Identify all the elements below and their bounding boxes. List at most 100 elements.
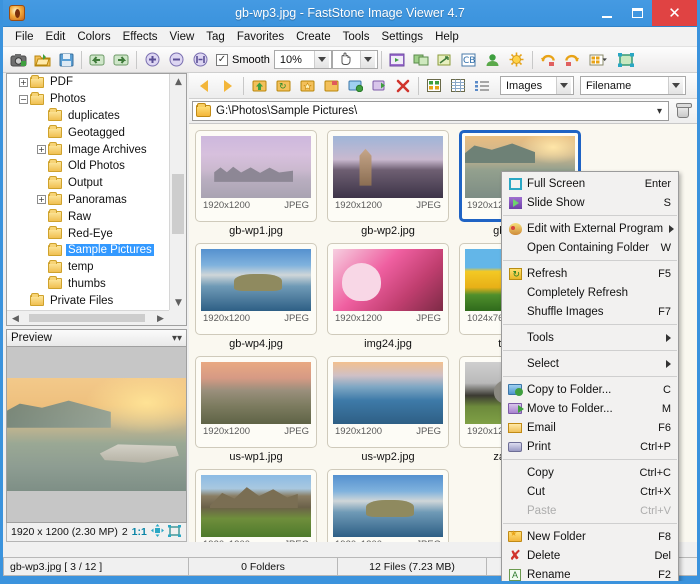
context-menu-item-refresh[interactable]: RefreshF5 <box>502 264 678 283</box>
context-menu-item-email[interactable]: EmailF6 <box>502 418 678 437</box>
preview-pane[interactable] <box>6 347 187 523</box>
tree-item-temp[interactable]: temp <box>7 259 169 276</box>
thumbnail-item[interactable]: 1920x1200JPEGgb-wp4.jpg <box>195 243 317 350</box>
rotate-left-icon[interactable] <box>86 49 108 70</box>
scroll-left-button[interactable]: ◀ <box>7 311 24 326</box>
thumbnail-item[interactable]: 1920x1200JPEGza-wp4.jpg <box>195 469 317 542</box>
tree-item-output[interactable]: Output <box>7 175 169 192</box>
context-menu-item-full-screen[interactable]: Full ScreenEnter <box>502 174 678 193</box>
tree-expander[interactable]: + <box>37 195 46 204</box>
context-menu-item-move-to-folder[interactable]: Move to Folder...M <box>502 399 678 418</box>
preview-ratio[interactable]: 1:1 <box>132 526 147 538</box>
tree-item-red-eye[interactable]: Red-Eye <box>7 225 169 242</box>
maximize-button[interactable] <box>622 0 652 26</box>
tree-item-thumbs[interactable]: thumbs <box>7 276 169 293</box>
context-menu-item-copy[interactable]: CopyCtrl+C <box>502 463 678 482</box>
redo-icon[interactable] <box>561 49 583 70</box>
zoom-in-icon[interactable] <box>141 49 163 70</box>
slideshow-icon[interactable] <box>386 49 408 70</box>
scroll-right-button[interactable]: ▶ <box>152 311 169 326</box>
thumbnail-card[interactable]: 1920x1200JPEG <box>195 243 317 335</box>
context-menu-item-slide-show[interactable]: Slide ShowS <box>502 193 678 212</box>
context-menu-item-delete[interactable]: ✘DeleteDel <box>502 546 678 565</box>
open-folder-icon[interactable] <box>31 49 53 70</box>
undo-icon[interactable] <box>537 49 559 70</box>
resize-icon[interactable] <box>434 49 456 70</box>
menu-colors[interactable]: Colors <box>71 29 116 45</box>
contact-sheet-icon[interactable] <box>585 49 613 70</box>
menu-create[interactable]: Create <box>290 29 337 45</box>
context-menu-item-select[interactable]: Select <box>502 354 678 373</box>
red-eye-icon[interactable] <box>482 49 504 70</box>
tree-item-image-archives[interactable]: +Image Archives <box>7 141 169 158</box>
screen-capture-icon[interactable] <box>7 49 29 70</box>
thumbnail-item[interactable]: 1920x1200JPEGgb-wp1.jpg <box>195 130 317 237</box>
thumbnail-item[interactable]: 1920x1200JPEGimg24.jpg <box>327 243 449 350</box>
tree-item-sample-pictures[interactable]: Sample Pictures <box>7 242 169 259</box>
folder-tree-horizontal-scrollbar[interactable]: ◀ ▶ <box>7 310 169 325</box>
menu-help[interactable]: Help <box>429 29 465 45</box>
address-path-input[interactable]: G:\Photos\Sample Pictures\ ▾ <box>192 101 669 121</box>
tree-item-duplicates[interactable]: duplicates <box>7 108 169 125</box>
thumbnail-card[interactable]: 1920x1200JPEG <box>195 469 317 542</box>
thumbnail-item[interactable]: 1920x1200JPEGus-wp1.jpg <box>195 356 317 463</box>
thumbnail-card[interactable]: 1920x1200JPEG <box>195 130 317 222</box>
thumbnail-item[interactable]: 1920x1200JPEGus-wp2.jpg <box>327 356 449 463</box>
context-menu[interactable]: Full ScreenEnterSlide ShowS Edit with Ext… <box>501 171 679 584</box>
thumbnail-card[interactable]: 1920x1200JPEG <box>327 469 449 542</box>
menu-view[interactable]: View <box>164 29 201 45</box>
menu-favorites[interactable]: Favorites <box>231 29 290 45</box>
tree-item-raw[interactable]: Raw <box>7 208 169 225</box>
thumbnail-card[interactable]: 1920x1200JPEG <box>327 130 449 222</box>
context-menu-item-open-containing-folder[interactable]: Open Containing FolderW <box>502 238 678 257</box>
preview-header[interactable]: Preview ▾▾ <box>6 329 187 347</box>
recycle-bin-icon[interactable] <box>672 100 694 122</box>
context-menu-item-print[interactable]: PrintCtrl+P <box>502 437 678 456</box>
context-menu-item-cut[interactable]: CutCtrl+X <box>502 482 678 501</box>
scroll-down-button[interactable]: ▼ <box>170 295 187 310</box>
tree-item-pdf[interactable]: +PDF <box>7 74 169 91</box>
context-menu-item-edit-with-external-program[interactable]: Edit with External Program <box>502 219 678 238</box>
chevron-down-icon[interactable]: ▾ <box>651 102 668 120</box>
smooth-checkbox[interactable]: ✓ Smooth <box>216 54 270 66</box>
context-menu-item-completely-refresh[interactable]: Completely Refresh <box>502 283 678 302</box>
scroll-thumb[interactable] <box>29 314 145 322</box>
tree-item-geotagged[interactable]: Geotagged <box>7 124 169 141</box>
menu-file[interactable]: File <box>9 29 40 45</box>
convert-icon[interactable]: CB <box>458 49 480 70</box>
thumbnail-card[interactable]: 1920x1200JPEG <box>195 356 317 448</box>
menu-effects[interactable]: Effects <box>117 29 164 45</box>
tree-item-old-photos[interactable]: Old Photos <box>7 158 169 175</box>
thumbnail-card[interactable]: 1920x1200JPEG <box>327 243 449 335</box>
context-menu-item-new-folder[interactable]: New FolderF8 <box>502 527 678 546</box>
context-menu-item-tools[interactable]: Tools <box>502 328 678 347</box>
context-menu-item-shuffle-images[interactable]: Shuffle ImagesF7 <box>502 302 678 321</box>
thumbnail-item[interactable]: 1920x1200JPEGgb-wp2.jpg <box>327 130 449 237</box>
save-icon[interactable] <box>55 49 77 70</box>
tree-item-panoramas[interactable]: +Panoramas <box>7 192 169 209</box>
close-button[interactable]: ✕ <box>652 0 697 26</box>
tree-item-private-files[interactable]: Private Files <box>7 292 169 309</box>
zoom-level-combo[interactable]: 10% <box>274 50 332 69</box>
tree-expander[interactable]: + <box>19 78 28 87</box>
pan-tool-combo[interactable] <box>332 50 378 69</box>
chevron-double-down-icon[interactable]: ▾▾ <box>172 333 182 344</box>
context-menu-item-rename[interactable]: ARenameF2 <box>502 565 678 584</box>
tree-item-photos[interactable]: −Photos <box>7 91 169 108</box>
folder-tree-vertical-scrollbar[interactable]: ▲ ▼ <box>169 74 186 310</box>
thumbnail-item[interactable]: 1920x1200JPEGza-wp5.jpg <box>327 469 449 542</box>
tree-expander[interactable]: + <box>37 145 46 154</box>
tree-expander[interactable]: − <box>19 95 28 104</box>
menu-settings[interactable]: Settings <box>376 29 430 45</box>
thumbnail-card[interactable]: 1920x1200JPEG <box>327 356 449 448</box>
rotate-right-icon[interactable] <box>110 49 132 70</box>
minimize-button[interactable] <box>592 0 622 26</box>
folder-tree[interactable]: +PDF−PhotosduplicatesGeotagged+Image Arc… <box>6 73 187 326</box>
compare-icon[interactable] <box>410 49 432 70</box>
menu-tools[interactable]: Tools <box>337 29 376 45</box>
zoom-out-icon[interactable] <box>165 49 187 70</box>
scroll-thumb[interactable] <box>172 174 184 234</box>
context-menu-item-copy-to-folder[interactable]: Copy to Folder...C <box>502 380 678 399</box>
menu-edit[interactable]: Edit <box>40 29 72 45</box>
adjust-lighting-icon[interactable] <box>506 49 528 70</box>
